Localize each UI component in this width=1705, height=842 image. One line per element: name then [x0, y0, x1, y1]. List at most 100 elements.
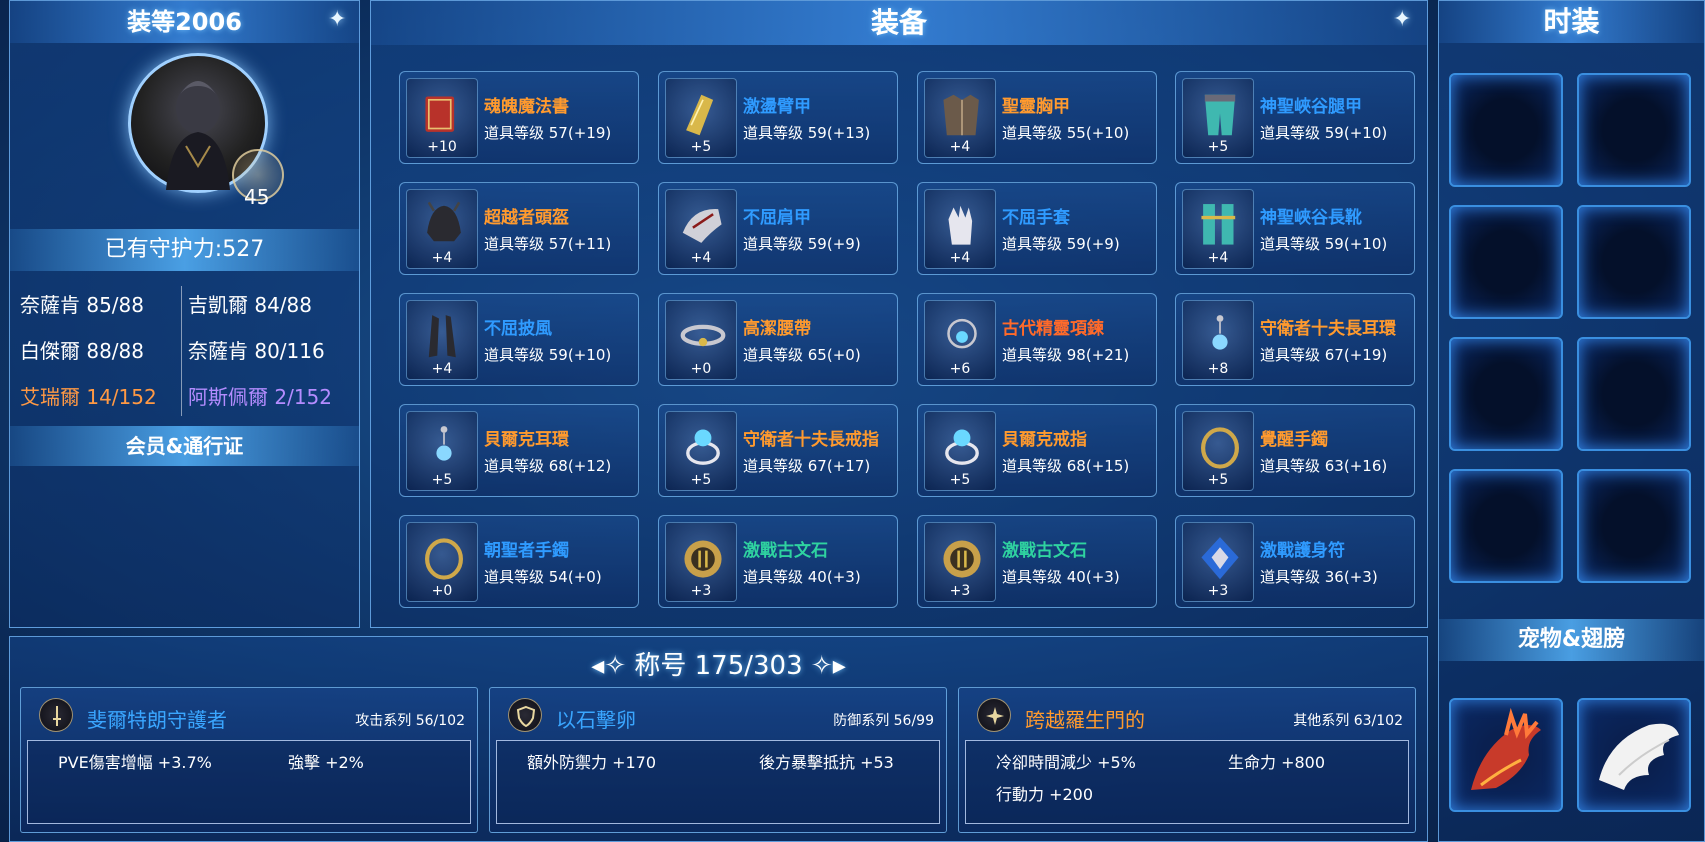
title-name: 以石擊卵 [556, 708, 636, 732]
earring-icon: +8 [1182, 300, 1254, 380]
rune-stone-icon: +3 [924, 522, 996, 602]
item-enhance-level: +4 [1207, 250, 1229, 266]
item-enhance-level: +4 [949, 139, 971, 155]
item-level: 道具等级 59(+10) [1260, 124, 1388, 142]
fashion-slot[interactable] [1577, 469, 1691, 583]
arrow-right-icon[interactable]: ✧▸ [811, 651, 846, 681]
equipment-slot[interactable]: +4 超越者頭盔 道具等级 57(+11) [399, 182, 639, 275]
equipment-slot[interactable]: +3 激戰古文石 道具等级 40(+3) [917, 515, 1157, 608]
item-enhance-level: +5 [690, 139, 712, 155]
shoulder-armor-icon: +4 [665, 189, 737, 269]
title-card-other[interactable]: 跨越羅生門的 其他系列 63/102 冷卻時間減少 +5% 生命力 +800 行… [958, 687, 1416, 833]
equipment-slot[interactable]: +10 魂魄魔法書 道具等级 57(+19) [399, 71, 639, 164]
chest-armor-icon: +4 [924, 78, 996, 158]
item-name: 高潔腰帶 [743, 319, 811, 339]
fashion-slot[interactable] [1577, 205, 1691, 319]
equipment-slot[interactable]: +4 不屈披風 道具等级 59(+10) [399, 293, 639, 386]
item-name: 貝爾克耳環 [484, 430, 569, 450]
item-level: 道具等级 65(+0) [743, 346, 861, 364]
gloves-icon: +4 [924, 189, 996, 269]
title-name: 跨越羅生門的 [1025, 708, 1145, 732]
fashion-title: 时装 [1439, 1, 1704, 43]
item-name: 不屈手套 [1002, 208, 1070, 228]
equipment-slot[interactable]: +3 激戰護身符 道具等级 36(+3) [1175, 515, 1415, 608]
fashion-slot[interactable] [1449, 205, 1563, 319]
item-level: 道具等级 67(+17) [743, 457, 871, 475]
title-effect: 行動力 +200 [996, 785, 1094, 804]
item-enhance-level: +4 [690, 250, 712, 266]
item-name: 神聖峽谷長靴 [1260, 208, 1362, 228]
title-effect: 額外防禦力 +170 [527, 753, 657, 772]
item-level: 道具等级 59(+13) [743, 124, 871, 142]
equipment-title: 装备 [371, 1, 1427, 45]
fashion-slot[interactable] [1577, 337, 1691, 451]
fashion-slot[interactable] [1577, 73, 1691, 187]
item-name: 激戰古文石 [1002, 541, 1087, 561]
cape-icon: +4 [406, 300, 478, 380]
equipment-slot[interactable]: +5 激盪臂甲 道具等级 59(+13) [658, 71, 898, 164]
item-name: 朝聖者手鐲 [484, 541, 569, 561]
gold-armguard-icon: +5 [665, 78, 737, 158]
dragon-pet-icon [1471, 707, 1541, 790]
necklace-icon: +6 [924, 300, 996, 380]
item-enhance-level: +4 [431, 250, 453, 266]
equipment-slot[interactable]: +4 聖靈胸甲 道具等级 55(+10) [917, 71, 1157, 164]
equipment-slot[interactable]: +8 守衛者十夫長耳環 道具等级 67(+19) [1175, 293, 1415, 386]
item-name: 守衛者十夫長戒指 [743, 430, 879, 450]
item-name: 激戰古文石 [743, 541, 828, 561]
title-effect: 生命力 +800 [1228, 753, 1326, 772]
title-effect: 冷卻時間減少 +5% [996, 753, 1136, 772]
item-level: 道具等级 57(+19) [484, 124, 612, 142]
item-enhance-level: +4 [431, 361, 453, 377]
bracelet-icon: +0 [406, 522, 478, 602]
equipment-slot[interactable]: +5 貝爾克戒指 道具等级 68(+15) [917, 404, 1157, 497]
item-enhance-level: +5 [1207, 139, 1229, 155]
white-wing-icon [1599, 723, 1679, 790]
title-effects: 額外防禦力 +170 後方暴擊抵抗 +53 [496, 740, 940, 824]
item-level: 道具等级 59(+9) [743, 235, 861, 253]
title-card-defense[interactable]: 以石擊卵 防御系列 56/99 額外防禦力 +170 後方暴擊抵抗 +53 [489, 687, 947, 833]
item-level: 道具等级 98(+21) [1002, 346, 1130, 364]
item-enhance-level: +5 [1207, 472, 1229, 488]
equipment-slot[interactable]: +3 激戰古文石 道具等级 40(+3) [658, 515, 898, 608]
equipment-slot[interactable]: +5 守衛者十夫長戒指 道具等级 67(+17) [658, 404, 898, 497]
boots-icon: +4 [1182, 189, 1254, 269]
rune-stone-icon: +3 [665, 522, 737, 602]
equipment-slot[interactable]: +4 不屈手套 道具等级 59(+9) [917, 182, 1157, 275]
bracelet-icon: +5 [1182, 411, 1254, 491]
arrow-left-icon[interactable]: ◂✧ [591, 651, 626, 681]
sword-icon [39, 698, 73, 732]
item-enhance-level: +5 [949, 472, 971, 488]
fashion-slot[interactable] [1449, 337, 1563, 451]
character-level: 45 [244, 185, 270, 209]
fashion-slot[interactable] [1449, 73, 1563, 187]
item-name: 覺醒手鐲 [1260, 430, 1328, 450]
equipment-slot[interactable]: +5 神聖峽谷腿甲道具等级 59(+10) [1175, 71, 1415, 164]
titles-panel: ◂✧ 称号 175/303 ✧▸ 斐爾特朗守護者 攻击系列 56/102 PVE… [9, 636, 1428, 842]
item-enhance-level: +0 [431, 583, 453, 599]
title-effects: 冷卻時間減少 +5% 生命力 +800 行動力 +200 [965, 740, 1409, 824]
gear-score-title: 装等2006 [10, 1, 359, 43]
equipment-slot[interactable]: +5 覺醒手鐲 道具等级 63(+16) [1175, 404, 1415, 497]
fashion-slot[interactable] [1449, 469, 1563, 583]
amulet-icon: +3 [1182, 522, 1254, 602]
title-card-attack[interactable]: 斐爾特朗守護者 攻击系列 56/102 PVE傷害增幅 +3.7% 強擊 +2% [20, 687, 478, 833]
equipment-slot[interactable]: +4 不屈肩甲 道具等级 59(+9) [658, 182, 898, 275]
item-name: 激戰護身符 [1260, 541, 1345, 561]
equipment-slot[interactable]: +0 朝聖者手鐲 道具等级 54(+0) [399, 515, 639, 608]
title-effect: 後方暴擊抵抗 +53 [759, 753, 894, 772]
membership-button[interactable]: 会员&通行证 [10, 426, 359, 466]
pet-slot[interactable] [1449, 698, 1563, 812]
equipment-slot[interactable]: +5 貝爾克耳環 道具等级 68(+12) [399, 404, 639, 497]
item-enhance-level: +5 [690, 472, 712, 488]
equipment-slot[interactable]: +4 神聖峽谷長靴 道具等级 59(+10) [1175, 182, 1415, 275]
titles-count: 称号 175/303 [634, 651, 803, 681]
character-panel: 装等2006 ✦ 45 已有守护力:527 奈薩肯 85/88 吉凱爾 84/8… [9, 0, 360, 628]
equipment-panel: 装备 ✦ +10 魂魄魔法書 道具等级 57(+19) +5 激盪臂甲 道具等级 59(+… [370, 0, 1428, 628]
wing-slot[interactable] [1577, 698, 1691, 812]
equipment-slot[interactable]: +6 古代精靈項鍊 道具等级 98(+21) [917, 293, 1157, 386]
equipment-slot[interactable]: +0 高潔腰帶 道具等级 65(+0) [658, 293, 898, 386]
item-name: 神聖峽谷腿甲 [1260, 97, 1362, 117]
stat-3: 奈薩肯 80/116 [188, 339, 325, 363]
title-effect: PVE傷害增幅 +3.7% [58, 753, 212, 772]
